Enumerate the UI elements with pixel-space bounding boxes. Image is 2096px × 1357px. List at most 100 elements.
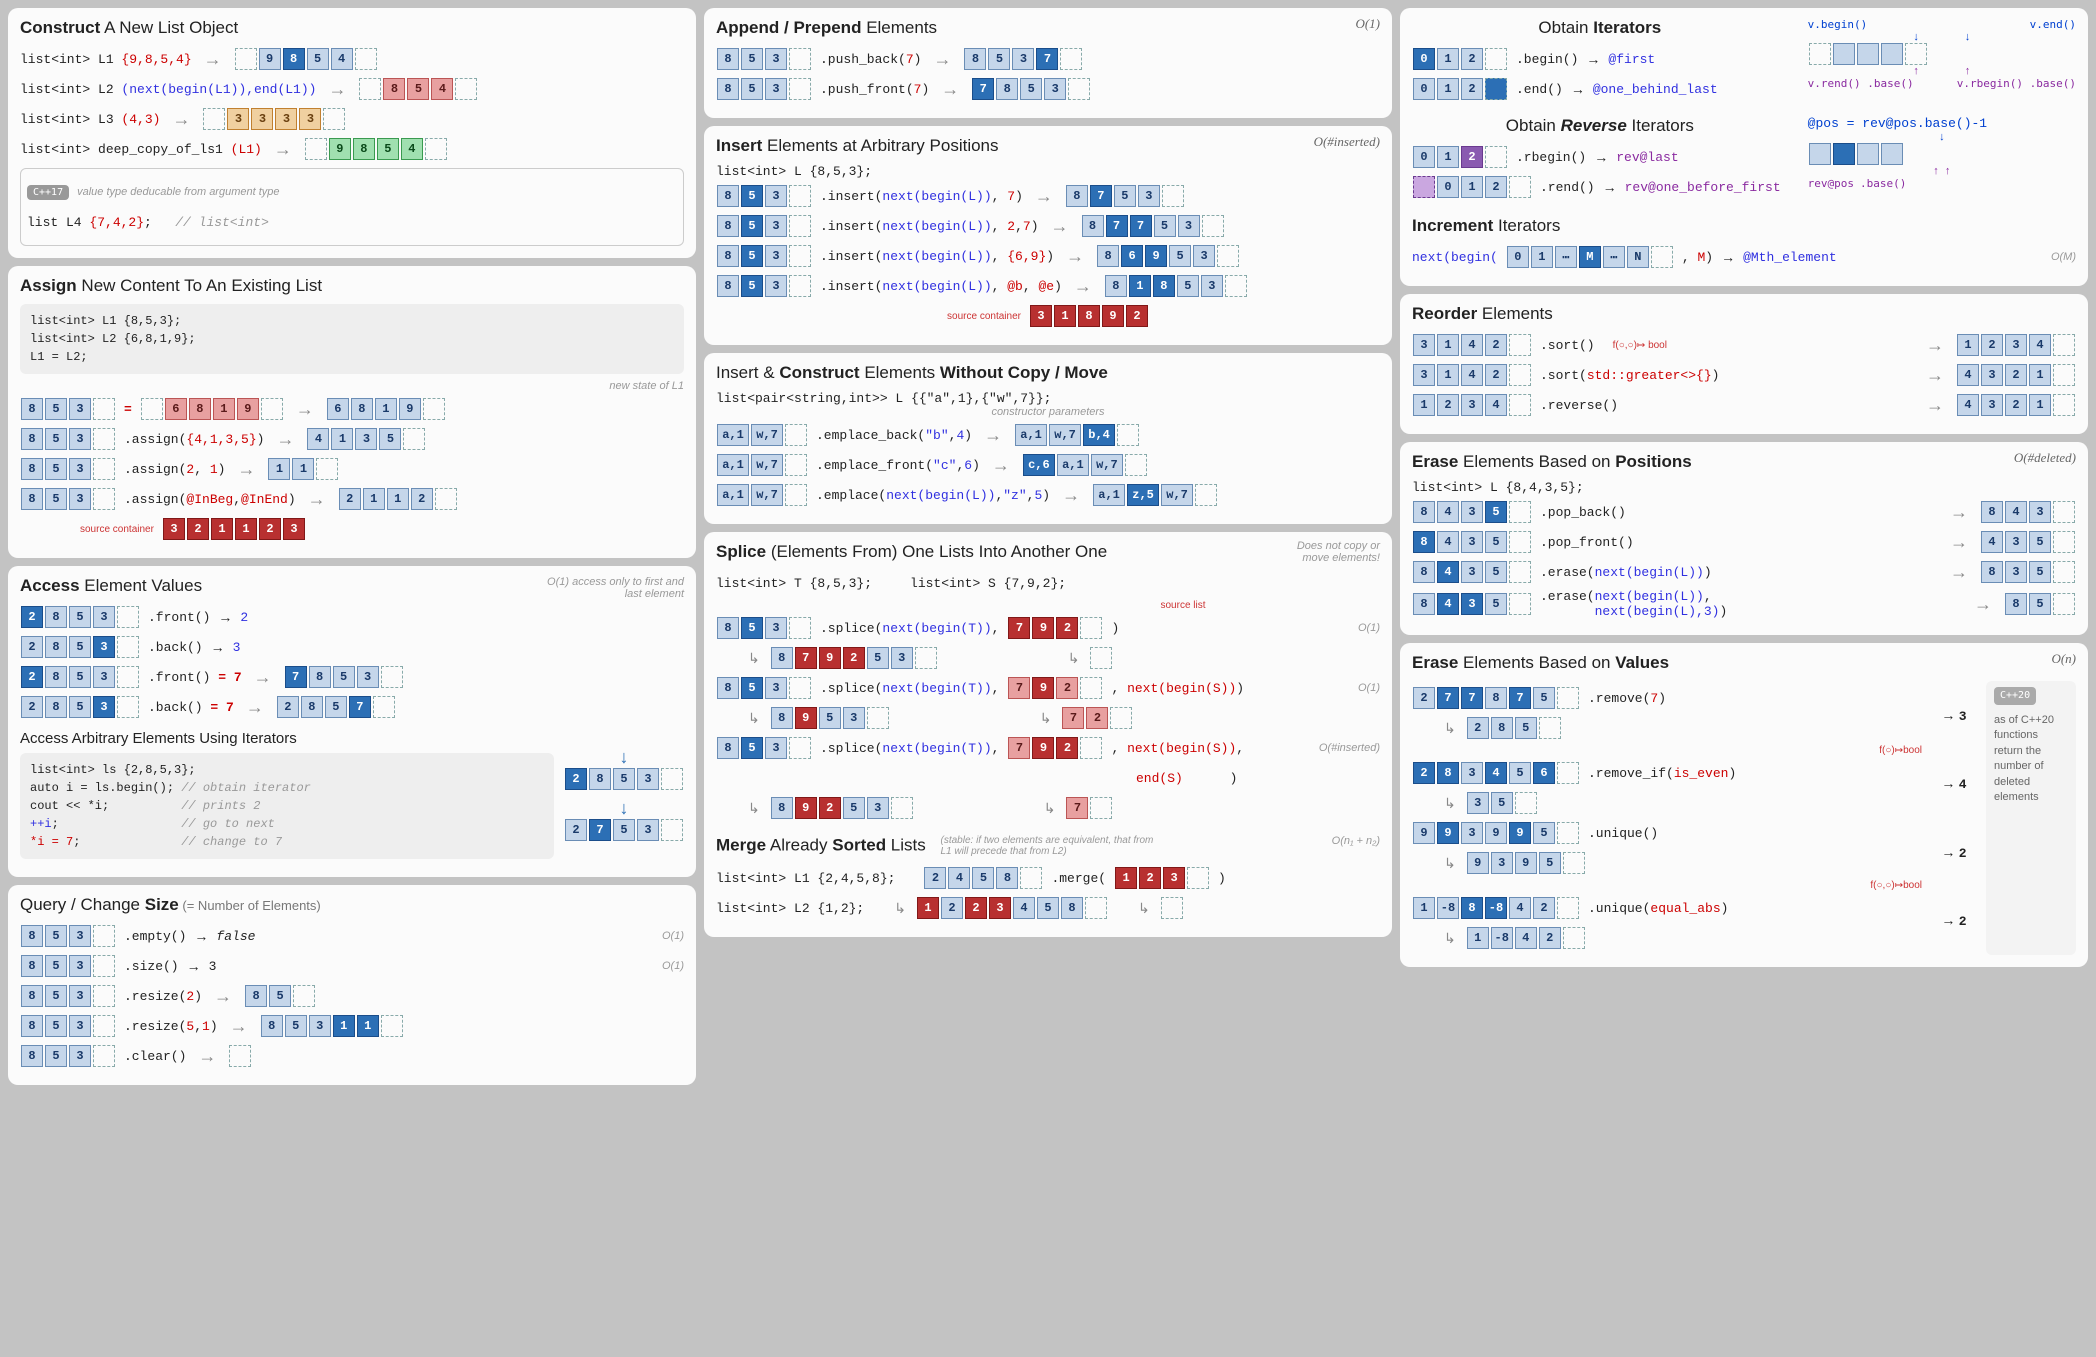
list-cells: 3333 — [202, 108, 346, 130]
card-title: Splice (Elements From) One Lists Into An… — [716, 542, 1380, 562]
note: new state of L1 — [20, 380, 684, 392]
call-emplacefront: .emplace_front("c",6) — [816, 458, 980, 473]
call-resize: .resize(2) — [124, 989, 202, 1004]
call-clear: .clear() — [124, 1049, 186, 1064]
call-front-set: .front() = 7 — [148, 670, 242, 685]
bigo: O(#deleted) — [2014, 450, 2076, 466]
cpp20-badge: C++20 — [1994, 687, 2036, 705]
call-next: next(begin( — [1412, 250, 1498, 265]
card-erase-val: O(n) Erase Elements Based on Values 2778… — [1400, 643, 2088, 967]
bigo: O(1) — [662, 960, 684, 972]
call-erase-range: .erase(next(begin(L)), next(begin(L),3)) — [1540, 589, 1727, 619]
arrow-icon: → — [168, 109, 194, 130]
bigo: O(n) — [2051, 651, 2076, 667]
result: @first — [1608, 52, 1655, 67]
decl-l4: list<int> deep_copy_of_ls1 (L1) — [20, 142, 262, 157]
call-reverse: .reverse() — [1540, 398, 1618, 413]
bigo: O(1) — [1358, 622, 1380, 634]
result: 3 — [209, 959, 217, 974]
return-count: 2 — [1959, 914, 1967, 929]
call-splice: .splice(next(begin(T)), — [820, 621, 999, 636]
call-assign: .assign({4,1,3,5}) — [124, 432, 264, 447]
bigo: O(1) — [1355, 16, 1380, 32]
bigo: O(#inserted) — [1314, 134, 1380, 150]
call-popfront: .pop_front() — [1540, 535, 1634, 550]
decl-l1: list<int> L1 {2,4,5,8}; — [716, 871, 895, 886]
arrow-icon: → — [200, 49, 226, 70]
call-sort: .sort() — [1540, 338, 1595, 353]
decl: list<int> L {8,5,3}; — [716, 164, 1380, 179]
result: 3 — [233, 640, 241, 655]
call-splice: .splice(next(begin(T)), — [820, 681, 999, 696]
list-cells: 854 — [358, 78, 478, 100]
increment-title: Increment Iterators — [1412, 216, 2076, 236]
decls: list<int> T {8,5,3}; list<int> S {7,9,2}… — [716, 570, 1380, 596]
call-unique: .unique() — [1588, 826, 1658, 841]
card-construct: Construct A New List Object list<int> L1… — [8, 8, 696, 258]
card-reorder: Reorder Elements 3142 .sort() f(○,○)↦ bo… — [1400, 294, 2088, 434]
column-2: O(1) Append / Prepend Elements 853 .push… — [704, 8, 1392, 1085]
call-unique-pred: .unique(equal_abs) — [1588, 901, 1728, 916]
card-title: Insert & Construct Elements Without Copy… — [716, 363, 1380, 383]
call-erase: .erase(next(begin(L))) — [1540, 565, 1712, 580]
result: @one_behind_last — [1593, 82, 1718, 97]
source-label: source container — [947, 311, 1021, 322]
op-equals: = — [124, 402, 132, 417]
bigo: O(M) — [2051, 251, 2076, 263]
vbegin-label: v.begin() — [1808, 18, 1868, 31]
card-access: Access Element Values O(1) access only t… — [8, 566, 696, 877]
call-rbegin: .rbegin() — [1516, 150, 1586, 165]
column-3: Obtain Iterators 012 .begin() → @first 0… — [1400, 8, 2088, 1085]
call-insert: .insert(next(begin(L)), {6,9}) — [820, 249, 1054, 264]
result: @Mth_element — [1743, 250, 1837, 265]
revpos-label: rev@pos — [1808, 177, 1854, 190]
card-assign: Assign New Content To An Existing List l… — [8, 266, 696, 558]
card-title: Construct A New List Object — [20, 18, 684, 38]
call-insert: .insert(next(begin(L)), @b, @e) — [820, 279, 1062, 294]
note: constructor parameters — [716, 406, 1380, 418]
result: rev@one_before_first — [1625, 180, 1781, 195]
merge-title: Merge Already Sorted Lists (stable: if t… — [716, 835, 1380, 857]
arrow-icon: → — [324, 79, 350, 100]
call-popback: .pop_back() — [1540, 505, 1626, 520]
result: rev@last — [1616, 150, 1678, 165]
merge-note: (stable: if two elements are equivalent,… — [941, 835, 1161, 857]
return-count: 3 — [1959, 709, 1967, 724]
return-count: 4 — [1959, 777, 1967, 792]
code-block: list<int> L1 {8,5,3}; list<int> L2 {6,8,… — [20, 304, 684, 374]
decl: list<pair<string,int>> L {{"a",1},{"w",7… — [716, 391, 1380, 406]
call-insert: .insert(next(begin(L)), 7) — [820, 189, 1023, 204]
call-emplace: .emplace(next(begin(L)),"z",5) — [816, 488, 1050, 503]
call-pushback: .push_back(7) — [820, 52, 921, 67]
card-title: Obtain Reverse Iterators — [1412, 116, 1788, 136]
call-removeif: .remove_if(is_even) — [1588, 766, 1736, 781]
bigo: O(n₁ + n₂) — [1332, 835, 1380, 847]
call-splice: .splice(next(begin(T)), — [820, 741, 999, 756]
call-assign: .assign(2, 1) — [124, 462, 225, 477]
code-block: list<int> ls {2,8,5,3}; auto i = ls.begi… — [20, 753, 554, 859]
card-title: Append / Prepend Elements — [716, 18, 1380, 38]
call-assign: .assign(@InBeg,@InEnd) — [124, 492, 296, 507]
call-back: .back() — [148, 640, 203, 655]
card-title: Insert Elements at Arbitrary Positions — [716, 136, 1380, 156]
deduction-note: value type deducable from argument type — [77, 186, 279, 198]
card-erase-pos: O(#deleted) Erase Elements Based on Posi… — [1400, 442, 2088, 635]
list-cells: 9854 — [304, 138, 448, 160]
call-rend: .rend() — [1540, 180, 1595, 195]
decl-l5: list L4 {7,4,2}; // list<int> — [27, 215, 269, 230]
vrbegin-label: v.rbegin() .base() — [1957, 77, 2076, 90]
side-note: C++20 as of C++20 functions return the n… — [1986, 681, 2076, 955]
source-label: source list — [986, 600, 1380, 611]
bigo: O(#inserted) — [1319, 742, 1380, 754]
card-title: Erase Elements Based on Values — [1412, 653, 2076, 673]
card-append: O(1) Append / Prepend Elements 853 .push… — [704, 8, 1392, 118]
call-sort-greater: .sort(std::greater<>{}) — [1540, 368, 1719, 383]
card-title: Assign New Content To An Existing List — [20, 276, 684, 296]
decl-l2: list<int> L2 {1,2}; — [716, 901, 864, 916]
card-emplace: Insert & Construct Elements Without Copy… — [704, 353, 1392, 524]
cpp17-badge: C++17 — [27, 185, 69, 200]
note: Does not copy or move elements! — [1290, 540, 1380, 564]
return-count: 2 — [1959, 846, 1967, 861]
call-back-set: .back() = 7 — [148, 700, 234, 715]
card-title: Erase Elements Based on Positions — [1412, 452, 2076, 472]
